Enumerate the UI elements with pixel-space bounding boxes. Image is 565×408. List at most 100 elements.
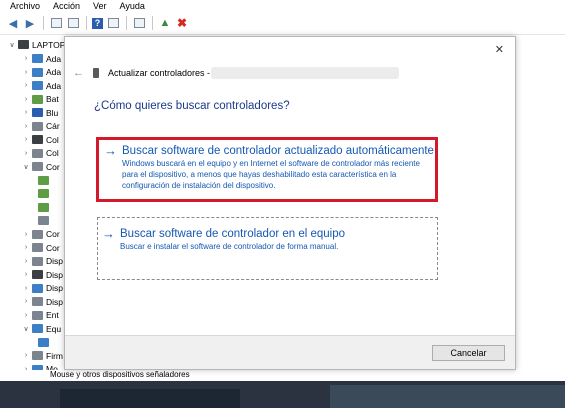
toolbar-separator: [152, 16, 153, 30]
tree-item-label: Disp: [46, 256, 64, 266]
camera-icon: [32, 121, 43, 131]
tree-item[interactable]: ∨ Equ: [22, 322, 61, 335]
device-icon: [32, 297, 43, 306]
arrow-right-icon: →: [104, 143, 117, 158]
browse-computer-description: Buscar e instalar el software de control…: [120, 242, 339, 251]
chevron-right-icon[interactable]: ›: [22, 55, 30, 62]
controller-icon: [32, 162, 43, 171]
device-icon: [38, 216, 49, 225]
tree-item[interactable]: › Blu: [22, 106, 58, 119]
menu-accion[interactable]: Acción: [53, 1, 80, 11]
chevron-down-icon[interactable]: ∨: [8, 41, 16, 49]
device-icon: [38, 175, 49, 185]
update-driver-icon[interactable]: ▲: [158, 16, 172, 30]
tree-item-label: Ada: [46, 80, 62, 91]
chevron-right-icon[interactable]: ›: [22, 82, 30, 89]
back-arrow-icon[interactable]: ◀: [6, 16, 20, 30]
audio-icon: [32, 243, 43, 252]
device-icon: [32, 256, 43, 266]
tree-item-label: Disp: [46, 269, 64, 280]
firmware-icon: [32, 351, 43, 360]
tree-item[interactable]: [36, 187, 52, 200]
tree-item-label: Blu: [46, 107, 59, 118]
browse-computer-title: Buscar software de controlador en el equ…: [120, 228, 346, 240]
tree-item[interactable]: › Col: [22, 147, 59, 160]
uninstall-x-icon[interactable]: ✖: [175, 16, 189, 30]
properties-icon[interactable]: [49, 16, 63, 30]
browse-computer-option[interactable]: → Buscar software de controlador en el e…: [97, 217, 438, 280]
tree-item[interactable]: › Cor: [22, 241, 60, 254]
device-icon: [32, 283, 43, 293]
toolbar-divider: [0, 34, 565, 35]
computer-icon: [32, 324, 43, 333]
menu-archivo[interactable]: Archivo: [10, 1, 40, 11]
tree-item-label: Cor: [46, 229, 60, 239]
desktop-background: [0, 381, 565, 408]
tree-item[interactable]: › Cor: [22, 228, 60, 241]
toolbar-separator: [126, 16, 127, 30]
tree-item[interactable]: › Ada: [22, 66, 61, 79]
tree-item-label: Cor: [46, 242, 60, 253]
chevron-right-icon[interactable]: ›: [22, 244, 30, 251]
chevron-right-icon[interactable]: ›: [22, 312, 30, 319]
toolbar-separator: [43, 16, 44, 30]
cancel-button[interactable]: Cancelar: [432, 345, 505, 361]
chevron-right-icon[interactable]: ›: [22, 96, 30, 103]
tree-item[interactable]: [36, 174, 52, 187]
tree-item[interactable]: › Firm: [22, 349, 63, 362]
chevron-down-icon[interactable]: ∨: [22, 325, 30, 333]
close-icon[interactable]: ✕: [495, 43, 504, 56]
tree-item-label: Ent: [46, 310, 59, 320]
tree-item[interactable]: [36, 201, 52, 214]
menu-ver[interactable]: Ver: [93, 1, 107, 11]
tree-item[interactable]: › Cár: [22, 120, 60, 133]
input-icon: [32, 310, 43, 320]
arrow-right-icon: →: [102, 226, 115, 241]
tree-item-label: Ada: [46, 67, 62, 77]
chevron-right-icon[interactable]: ›: [22, 352, 30, 359]
chevron-right-icon[interactable]: ›: [22, 271, 30, 278]
tree-item-label: Mouse y otros dispositivos señaladores: [50, 370, 190, 379]
help-icon[interactable]: ?: [92, 17, 103, 29]
menu-ayuda[interactable]: Ayuda: [120, 1, 145, 11]
device-icon: [38, 202, 49, 212]
tree-item[interactable]: › Ada: [22, 52, 61, 65]
computer-icon: [18, 40, 29, 49]
tree-item[interactable]: [36, 336, 52, 349]
usb-controller-icon: [32, 135, 43, 144]
tree-item[interactable]: › Col: [22, 133, 59, 146]
tree-root[interactable]: ∨ LAPTOP: [8, 38, 65, 51]
chevron-right-icon[interactable]: ›: [22, 231, 30, 238]
chevron-right-icon[interactable]: ›: [22, 150, 30, 157]
panel-icon[interactable]: [106, 16, 120, 30]
chevron-right-icon[interactable]: ›: [22, 69, 30, 76]
tree-item[interactable]: › Disp: [22, 255, 63, 268]
storage-controller-icon: [32, 148, 43, 158]
chevron-right-icon[interactable]: ›: [22, 136, 30, 143]
tree-item[interactable]: › Disp: [22, 282, 63, 295]
chevron-right-icon[interactable]: ›: [22, 123, 30, 130]
auto-search-option[interactable]: → Buscar software de controlador actuali…: [96, 137, 438, 202]
forward-arrow-icon[interactable]: ▶: [23, 16, 37, 30]
device-icon: [93, 68, 99, 78]
back-arrow-icon[interactable]: ←: [73, 67, 84, 79]
update-drivers-dialog: ✕ ← Actualizar controladores - ¿Cómo qui…: [64, 36, 516, 370]
chevron-right-icon[interactable]: ›: [22, 285, 30, 292]
scan-hardware-icon[interactable]: [132, 16, 146, 30]
chevron-right-icon[interactable]: ›: [22, 258, 30, 265]
chevron-right-icon[interactable]: ›: [22, 298, 30, 305]
tree-item[interactable]: [36, 214, 52, 227]
tree-item[interactable]: › Disp: [22, 295, 63, 308]
chevron-right-icon[interactable]: ›: [22, 109, 30, 116]
tree-item[interactable]: › Bat: [22, 93, 59, 106]
list-view-icon[interactable]: [66, 16, 80, 30]
tree-item-label: Cor: [46, 161, 60, 172]
display-adapter-icon: [32, 67, 43, 77]
auto-search-title: Buscar software de controlador actualiza…: [122, 145, 434, 157]
tree-item[interactable]: › Ada: [22, 79, 61, 92]
tree-item[interactable]: ∨ Cor: [22, 160, 60, 173]
tree-item[interactable]: › Ent: [22, 309, 59, 322]
tree-item-label: Bat: [46, 94, 59, 104]
chevron-down-icon[interactable]: ∨: [22, 163, 30, 171]
tree-item[interactable]: › Disp: [22, 268, 63, 281]
